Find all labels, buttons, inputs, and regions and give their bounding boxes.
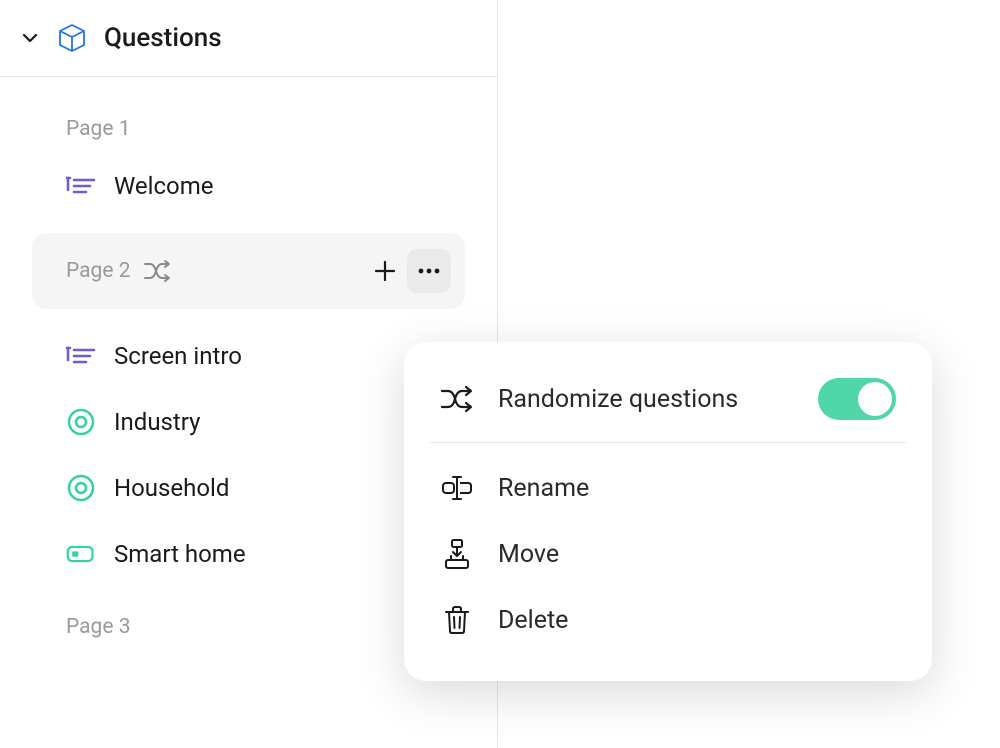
sidebar-header: Questions (0, 0, 497, 77)
radio-icon (66, 473, 96, 503)
menu-item-move[interactable]: Move (404, 521, 932, 587)
item-label: Household (114, 474, 229, 502)
menu-item-rename[interactable]: Rename (404, 455, 932, 521)
cube-icon (56, 22, 88, 54)
radio-icon (66, 407, 96, 437)
page-row-2[interactable]: Page 2 (32, 233, 465, 309)
context-menu: Randomize questions Rename (404, 342, 932, 681)
more-actions-button[interactable] (407, 249, 451, 293)
rename-icon (440, 471, 474, 505)
menu-item-randomize[interactable]: Randomize questions (404, 370, 932, 442)
menu-item-label: Move (498, 540, 896, 569)
item-label: Screen intro (114, 342, 242, 370)
menu-item-delete[interactable]: Delete (404, 587, 932, 653)
shuffle-icon (440, 382, 474, 416)
text-block-icon (66, 171, 96, 201)
toggle-knob (858, 382, 892, 416)
menu-divider (430, 442, 906, 443)
move-icon (440, 537, 474, 571)
collapse-chevron[interactable] (20, 28, 40, 48)
dots-icon (416, 267, 442, 275)
item-label: Welcome (114, 172, 214, 200)
trash-icon (440, 603, 474, 637)
text-block-icon (66, 341, 96, 371)
randomize-toggle[interactable] (818, 378, 896, 420)
menu-item-label: Randomize questions (498, 385, 794, 414)
header-title: Questions (104, 23, 222, 53)
add-button[interactable] (363, 249, 407, 293)
item-label: Smart home (114, 540, 246, 568)
battery-icon (66, 539, 96, 569)
plus-icon (372, 258, 398, 284)
item-label: Industry (114, 408, 200, 436)
page-label-1[interactable]: Page 1 (0, 105, 497, 153)
menu-item-label: Delete (498, 606, 896, 635)
menu-item-label: Rename (498, 474, 896, 503)
shuffle-icon (143, 258, 173, 284)
page-label-2: Page 2 (66, 259, 131, 283)
chevron-down-icon (20, 28, 40, 48)
item-welcome[interactable]: Welcome (0, 153, 497, 219)
